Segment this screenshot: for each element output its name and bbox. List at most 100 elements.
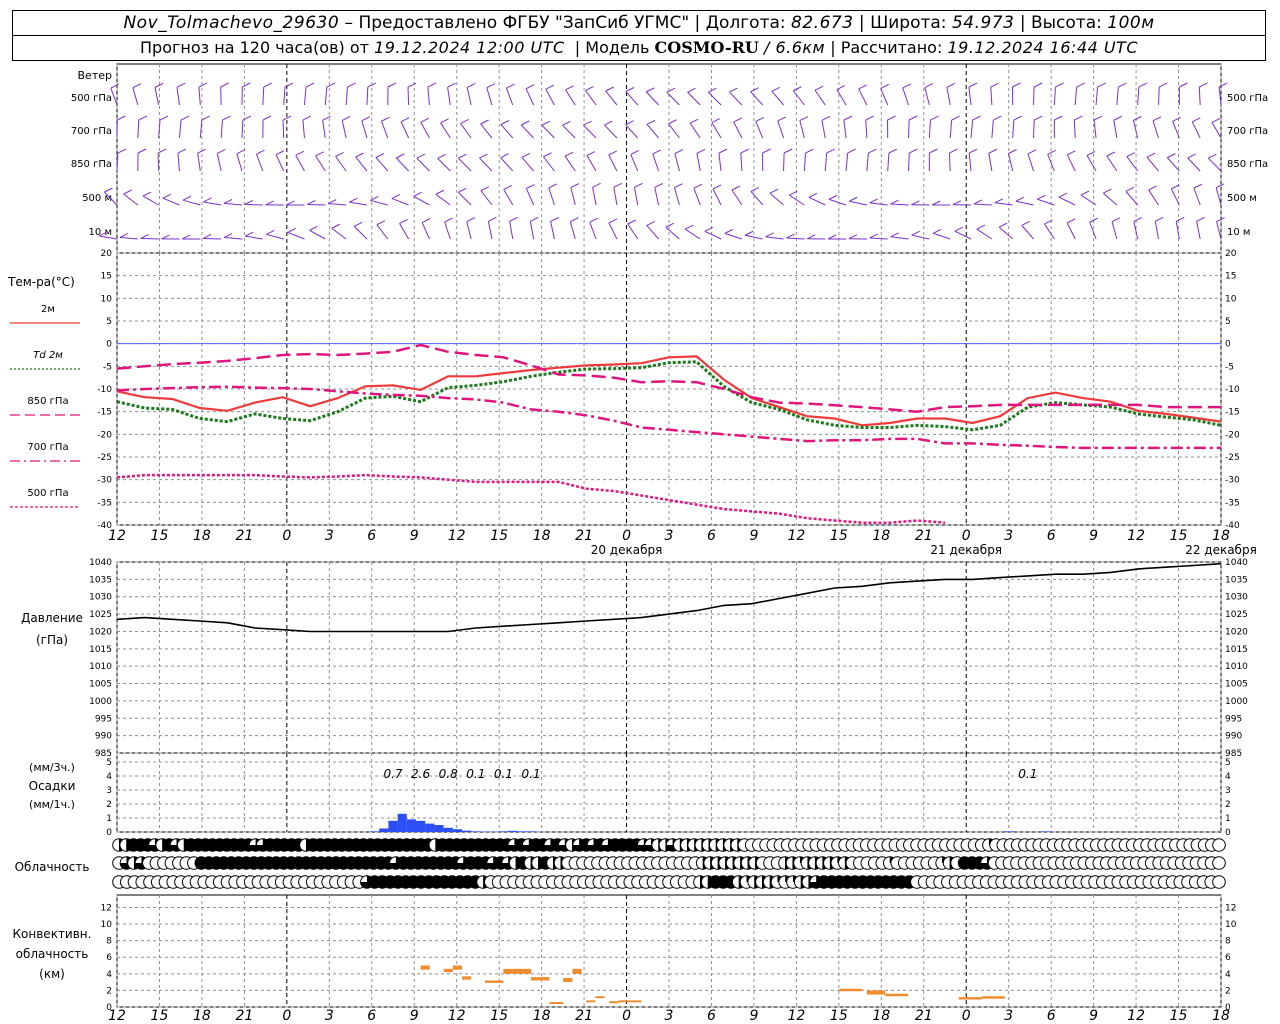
wind-barb-flag xyxy=(634,182,643,188)
wind-barb xyxy=(1015,200,1034,206)
conv-tick-label-left: 12 xyxy=(101,903,112,913)
convective-cloud-bar xyxy=(563,977,573,983)
hour-tick-label-bottom: 6 xyxy=(707,1008,716,1024)
wind-barb-flag xyxy=(1103,188,1112,194)
hour-tick-label-top: 21 xyxy=(915,528,933,544)
wind-barb-flag xyxy=(613,182,623,188)
wind-barb-flag xyxy=(931,200,941,206)
wind-barb xyxy=(828,198,847,206)
wind-barb-flag xyxy=(500,153,509,159)
wind-barb xyxy=(275,154,285,172)
wind-barb-flag xyxy=(467,82,476,88)
wind-barb-flag xyxy=(771,86,781,92)
conv-tick-label-left: 0 xyxy=(106,1003,112,1013)
wind-barb xyxy=(674,187,680,206)
wind-barb-flag xyxy=(140,233,149,239)
temp-legend-label: Td 2м xyxy=(33,350,63,361)
temp-tick-label-left: -25 xyxy=(97,453,112,463)
wind-barb-flag xyxy=(604,120,613,126)
wind-barb xyxy=(630,154,639,172)
wind-barb xyxy=(849,200,867,206)
wind-barb-flag xyxy=(182,234,191,240)
precip-bar xyxy=(1004,831,1014,832)
wind-barb xyxy=(178,120,182,139)
wind-barb xyxy=(627,223,639,240)
wind-barb-flag xyxy=(564,151,574,157)
wind-barb xyxy=(1154,221,1160,240)
wind-barb-flag xyxy=(836,85,846,90)
wind-barb-flag xyxy=(1215,183,1225,189)
wind-barb xyxy=(1216,221,1222,240)
precip-tick-label-right: 2 xyxy=(1225,800,1231,810)
wind-barb xyxy=(712,188,722,206)
wind-barb-flag xyxy=(646,119,656,125)
wind-barb-flag xyxy=(1033,82,1043,88)
wind-barb-flag xyxy=(570,217,579,223)
wind-barb-flag xyxy=(708,87,717,93)
wind-barb-flag xyxy=(654,182,663,188)
pressure-tick-label-right: 995 xyxy=(1225,714,1242,724)
wind-barb xyxy=(335,156,347,172)
wind-barb-flag xyxy=(799,116,809,122)
wind-barb-flag xyxy=(689,118,699,124)
wind-barb xyxy=(1126,156,1139,172)
wind-barb xyxy=(303,87,307,106)
wind-barb-flag xyxy=(930,115,939,121)
hour-tick-label-bottom: 0 xyxy=(962,1008,971,1024)
wind-barb xyxy=(315,155,326,172)
wind-barb-flag xyxy=(786,233,795,239)
precip-tick-label-left: 0 xyxy=(106,828,112,838)
hour-tick-label-top: 3 xyxy=(325,528,334,544)
wind-barb-flag xyxy=(315,151,324,157)
wind-barb xyxy=(307,203,326,206)
conv-title-line2: облачность xyxy=(16,947,89,961)
wind-barb-flag xyxy=(427,82,437,88)
wind-barb xyxy=(421,222,430,240)
wind-barb xyxy=(500,124,514,139)
precip-bar xyxy=(443,827,453,832)
temp-tick-label-right: -35 xyxy=(1225,498,1240,508)
wind-barb-flag xyxy=(1058,192,1068,198)
wind-barb-flag xyxy=(548,183,558,189)
temp-tick-label-right: 5 xyxy=(1225,317,1231,327)
pressure-tick-label-left: 1010 xyxy=(89,662,112,672)
wind-barb xyxy=(140,237,159,240)
wind-barb-flag xyxy=(309,225,318,231)
wind-barb xyxy=(1172,121,1180,139)
wind-barb-flag xyxy=(159,115,169,121)
precip-3h-total: 0.1 xyxy=(1018,767,1037,781)
wind-barb xyxy=(948,152,951,172)
wind-barb-flag xyxy=(909,148,918,154)
wind-barb-flag xyxy=(545,84,554,90)
wind-barb xyxy=(400,121,410,139)
wind-barb-flag xyxy=(1080,190,1090,196)
wind-barb xyxy=(1133,221,1139,240)
wind-barb-flag xyxy=(110,83,120,89)
wind-barb-flag xyxy=(666,87,676,93)
wind-barb xyxy=(529,221,535,240)
hour-tick-label-top: 9 xyxy=(1089,528,1098,544)
wind-barb xyxy=(946,87,951,106)
wind-barb xyxy=(970,120,974,139)
wind-barb xyxy=(750,191,764,206)
hour-tick-label-bottom: 15 xyxy=(1170,1008,1188,1024)
wind-barb xyxy=(654,187,660,206)
wind-barb-flag xyxy=(769,188,779,194)
wind-barb-flag xyxy=(665,222,675,228)
wind-barb xyxy=(990,87,993,106)
wind-barb xyxy=(1215,187,1222,206)
hour-tick-label-bottom: 12 xyxy=(1127,1008,1145,1024)
wind-barb xyxy=(543,156,555,172)
wind-barb xyxy=(361,120,368,139)
wind-barb xyxy=(1146,156,1159,172)
convective-cloud-bar xyxy=(512,968,531,974)
pressure-tick-label-left: 1005 xyxy=(89,680,112,690)
precip-tick-label-right: 3 xyxy=(1225,786,1231,796)
wind-barb xyxy=(287,231,305,240)
wind-barb-flag xyxy=(993,115,1002,121)
wind-barb-flag xyxy=(437,153,446,159)
wind-barb-flag xyxy=(420,117,430,123)
wind-barb-flag xyxy=(952,200,962,206)
precip-bar xyxy=(526,831,536,832)
wind-barb xyxy=(652,153,660,172)
